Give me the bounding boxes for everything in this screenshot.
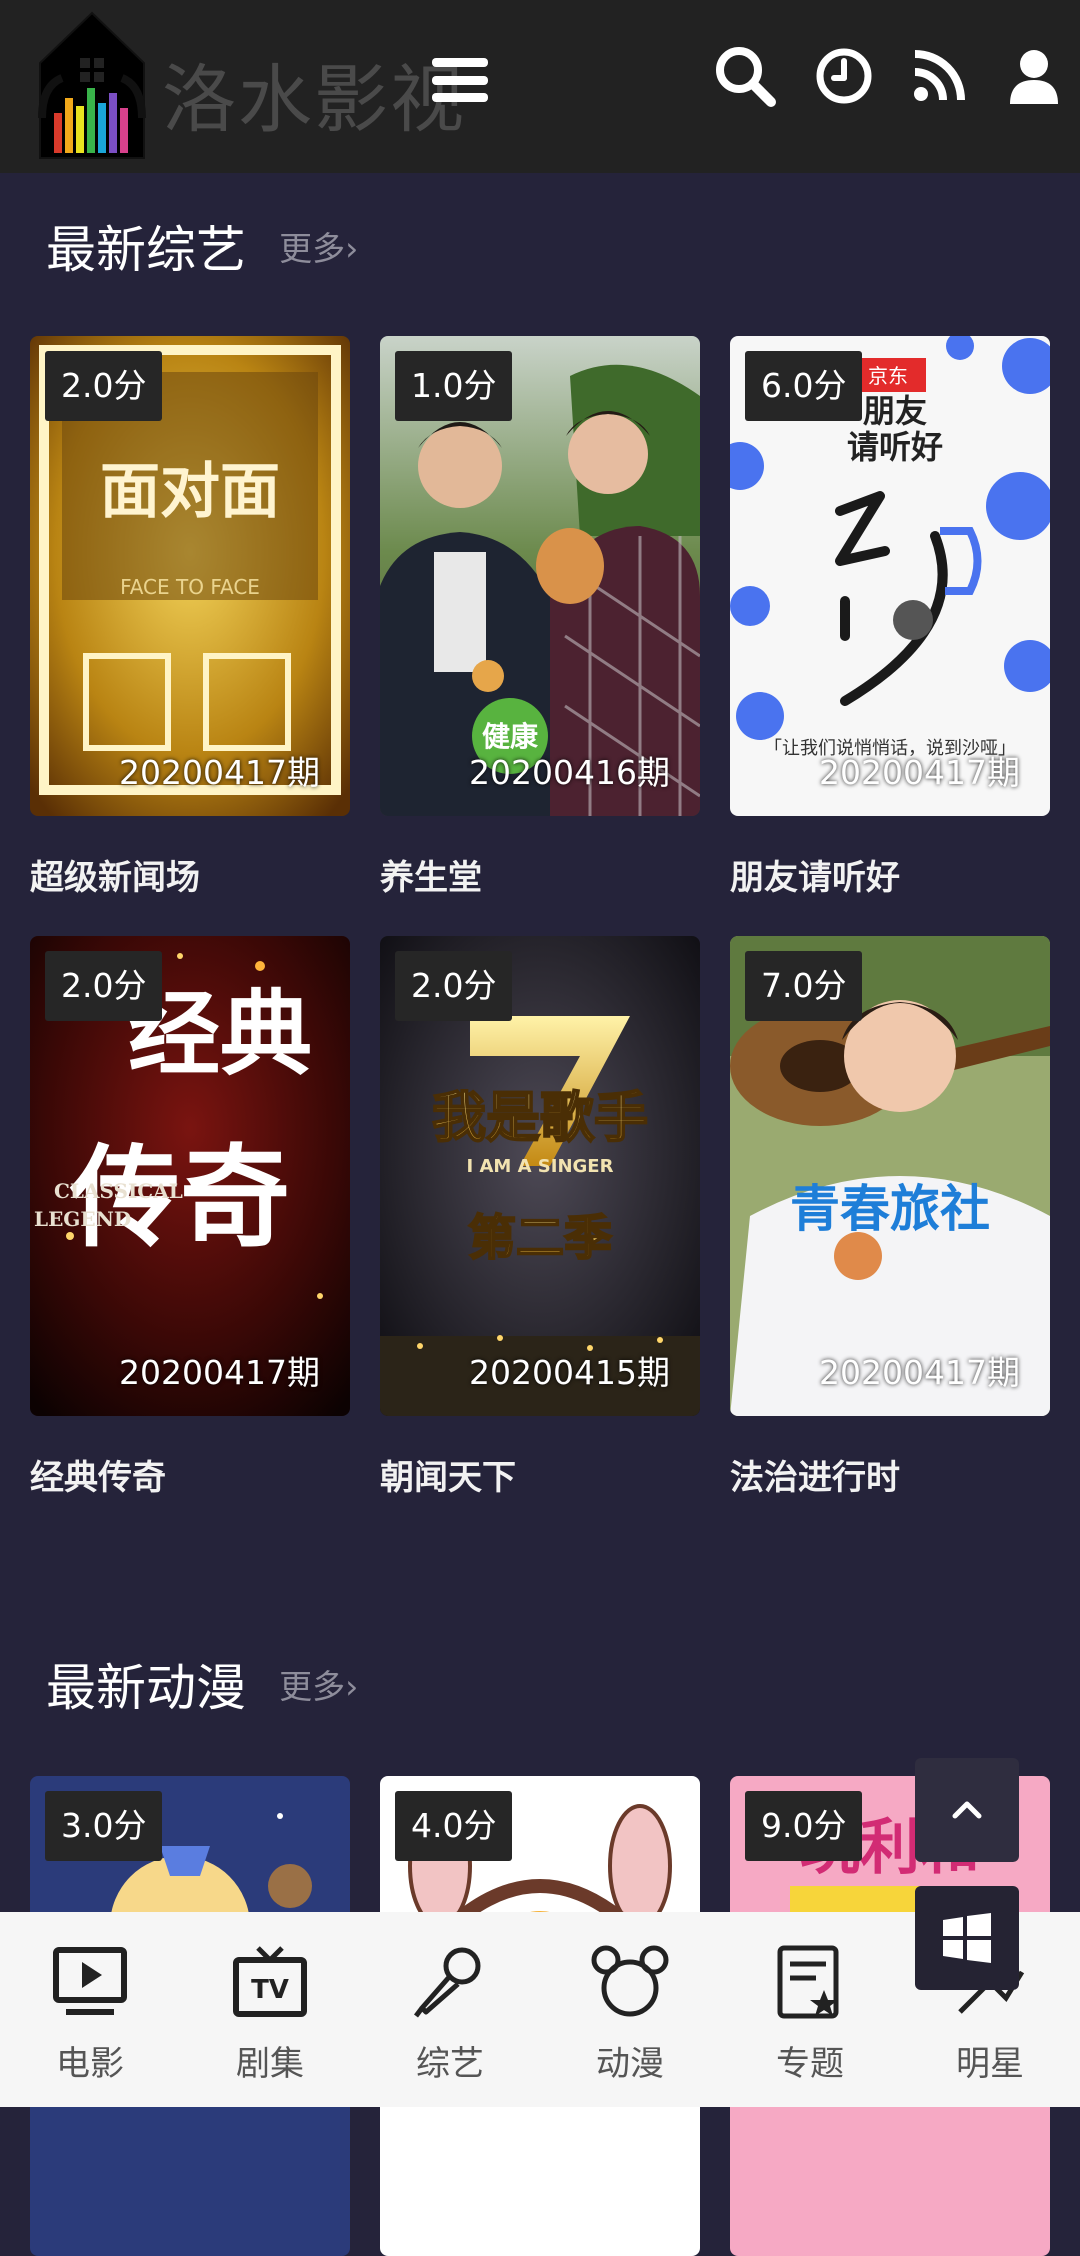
- top-header: 洛水影视: [0, 0, 1080, 173]
- episode-label: 20200415期: [469, 1353, 670, 1392]
- nav-label: 专题: [776, 2044, 844, 2084]
- poster-image[interactable]: 面对面 FACE TO FACE 2.0分 20200417期: [30, 336, 350, 816]
- back-to-top-button[interactable]: [915, 1758, 1019, 1862]
- poster-text: 请听好: [847, 428, 943, 466]
- chevron-up-icon: [952, 1801, 982, 1819]
- episode-label: 20200417期: [119, 1353, 320, 1392]
- more-link[interactable]: 更多›: [279, 229, 358, 268]
- score-badge: 2.0分: [45, 351, 163, 421]
- svg-text:TV: TV: [251, 1975, 289, 2005]
- nav-label: 动漫: [596, 2044, 664, 2084]
- section-title: 最新动漫: [46, 1659, 246, 1717]
- site-name: 洛水影视: [162, 57, 466, 143]
- section-title: 最新综艺: [46, 221, 246, 279]
- poster-text: 我是歌手: [432, 1086, 648, 1149]
- nav-item-topic[interactable]: 专题: [720, 1912, 900, 2107]
- score-badge: 4.0分: [395, 1791, 513, 1861]
- nav-item-movie[interactable]: 电影: [0, 1912, 180, 2107]
- tv-icon: TV: [233, 1946, 307, 2017]
- score-badge: 2.0分: [395, 951, 513, 1021]
- episode-label: 20200417期: [119, 753, 320, 792]
- nav-label: 综艺: [416, 2044, 484, 2084]
- episode-label: 20200416期: [469, 753, 670, 792]
- windows-icon: [943, 1913, 991, 1963]
- card-title[interactable]: 朋友请听好: [730, 850, 1050, 899]
- user-icon[interactable]: [1002, 44, 1066, 108]
- poster-image[interactable]: 健康 1.0分 20200416期: [380, 336, 700, 816]
- poster-image[interactable]: 经典 传奇 CLASSICAL LEGEND 2.0分 20200417期: [30, 936, 350, 1416]
- card-title[interactable]: 养生堂: [380, 850, 700, 899]
- history-clock-icon[interactable]: [812, 44, 876, 108]
- poster-image[interactable]: 京东 朋友 请听好 「让我们说悄悄话，说到沙哑」 6.0分 20200417期: [730, 336, 1050, 816]
- video-card[interactable]: 我是歌手 I AM A SINGER 第二季 2.0分 20200415期 朝闻…: [380, 936, 700, 1499]
- more-link[interactable]: 更多›: [279, 1667, 358, 1706]
- movie-screen-icon: [53, 1947, 127, 2015]
- video-card[interactable]: 面对面 FACE TO FACE 2.0分 20200417期 超级新闻场: [30, 336, 350, 899]
- card-title[interactable]: 朝闻天下: [380, 1450, 700, 1499]
- site-logo-icon[interactable]: [32, 8, 152, 163]
- poster-text: LEGEND: [34, 1207, 131, 1231]
- poster-text: FACE TO FACE: [120, 575, 260, 599]
- score-badge: 1.0分: [395, 351, 513, 421]
- mickey-icon: [591, 1945, 669, 2017]
- poster-text: CLASSICAL: [54, 1179, 183, 1203]
- nav-label: 电影: [56, 2044, 124, 2084]
- score-badge: 3.0分: [45, 1791, 163, 1861]
- video-card[interactable]: 京东 朋友 请听好 「让我们说悄悄话，说到沙哑」 6.0分 20200417期 …: [730, 336, 1050, 899]
- poster-text: 第二季: [468, 1210, 612, 1266]
- search-icon[interactable]: [713, 44, 777, 108]
- score-badge: 9.0分: [745, 1791, 863, 1861]
- video-card[interactable]: 经典 传奇 CLASSICAL LEGEND 2.0分 20200417期 经典…: [30, 936, 350, 1499]
- poster-image[interactable]: 青春旅社 7.0分 20200417期: [730, 936, 1050, 1416]
- poster-text: 朋友: [863, 392, 927, 430]
- nav-item-variety[interactable]: 综艺: [360, 1912, 540, 2107]
- topic-star-icon: [777, 1945, 839, 2019]
- poster-image[interactable]: 我是歌手 I AM A SINGER 第二季 2.0分 20200415期: [380, 936, 700, 1416]
- microphone-icon: [414, 1947, 481, 2018]
- score-badge: 7.0分: [745, 951, 863, 1021]
- menu-icon[interactable]: [432, 58, 488, 102]
- windows-button[interactable]: [915, 1886, 1019, 1990]
- poster-text: 京东: [868, 364, 908, 388]
- episode-label: 20200417期: [819, 753, 1020, 792]
- section-header-variety: 最新综艺 更多›: [46, 210, 358, 280]
- card-title[interactable]: 法治进行时: [730, 1450, 1050, 1499]
- section-header-anime: 最新动漫 更多›: [46, 1648, 358, 1718]
- poster-text: 青春旅社: [790, 1180, 990, 1238]
- card-title[interactable]: 经典传奇: [30, 1450, 350, 1499]
- score-badge: 2.0分: [45, 951, 163, 1021]
- nav-label: 剧集: [236, 2044, 304, 2084]
- video-card[interactable]: 健康 1.0分 20200416期 养生堂: [380, 336, 700, 899]
- nav-item-anime[interactable]: 动漫: [540, 1912, 720, 2107]
- poster-text: I AM A SINGER: [467, 1156, 614, 1177]
- poster-text: 面对面: [100, 457, 280, 527]
- episode-label: 20200417期: [819, 1353, 1020, 1392]
- score-badge: 6.0分: [745, 351, 863, 421]
- rss-icon[interactable]: [907, 44, 971, 108]
- nav-item-series[interactable]: TV 剧集: [180, 1912, 360, 2107]
- card-title[interactable]: 超级新闻场: [30, 850, 350, 899]
- nav-label: 明星: [956, 2044, 1024, 2084]
- video-card[interactable]: 青春旅社 7.0分 20200417期 法治进行时: [730, 936, 1050, 1499]
